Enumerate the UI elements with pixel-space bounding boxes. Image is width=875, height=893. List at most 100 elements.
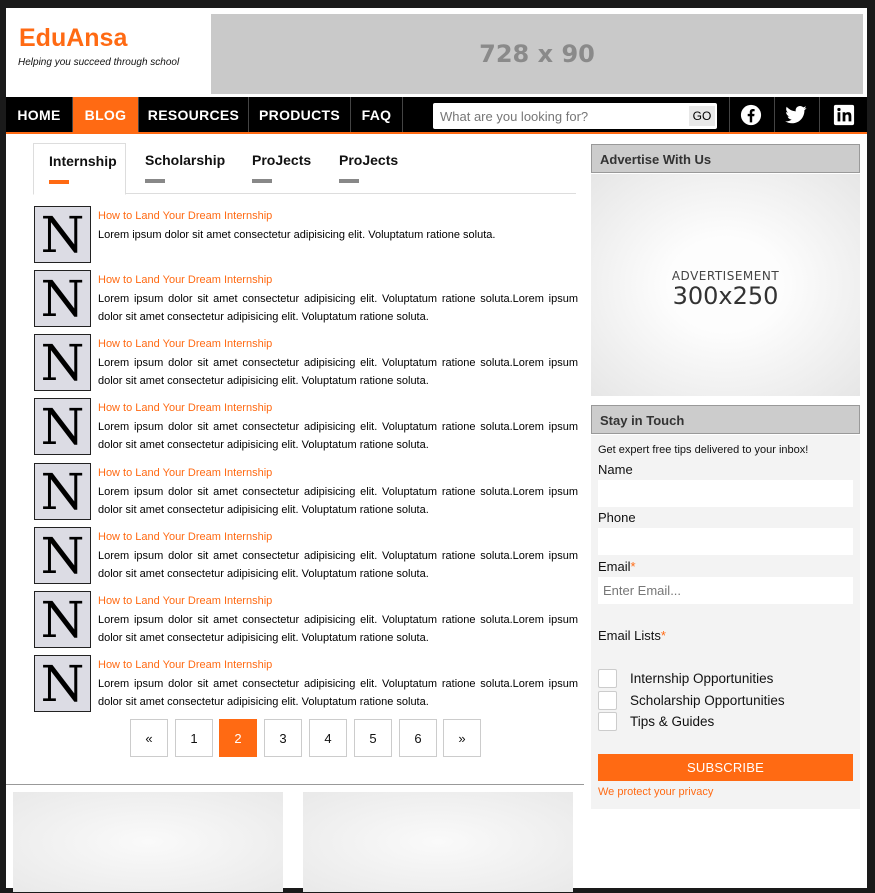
twitter-link[interactable] [774, 97, 816, 132]
logo-tagline: Helping you succeed through school [18, 57, 180, 68]
twitter-icon [784, 105, 807, 123]
checkbox-tips-guides[interactable] [598, 712, 617, 731]
form-intro: Get expert free tips delivered to your i… [598, 444, 809, 456]
tab-label: ProJects [339, 152, 399, 168]
post-item: N How to Land Your Dream Internship Lore… [33, 655, 578, 713]
post-title-link[interactable]: How to Land Your Dream Internship [98, 659, 272, 671]
checkbox-label[interactable]: Scholarship Opportunities [630, 693, 785, 708]
post-title-link[interactable]: How to Land Your Dream Internship [98, 274, 272, 286]
tab-label: Scholarship [145, 152, 226, 168]
search-go-button[interactable]: GO [689, 106, 715, 126]
checkbox-internship[interactable] [598, 669, 617, 688]
pagination-page[interactable]: 5 [354, 719, 392, 757]
email-label-row: Email* [598, 559, 636, 574]
post-title-link[interactable]: How to Land Your Dream Internship [98, 531, 272, 543]
facebook-link[interactable] [729, 97, 771, 132]
pagination-next[interactable]: » [443, 719, 481, 757]
nav-item-blog[interactable]: BLOG [73, 97, 139, 132]
pagination-page[interactable]: 4 [309, 719, 347, 757]
nav-item-resources[interactable]: RESOURCES [139, 97, 249, 132]
privacy-link[interactable]: We protect your privacy [598, 786, 713, 798]
post-excerpt: Lorem ipsum dolor sit amet consectetur a… [98, 357, 578, 387]
phone-label: Phone [598, 510, 636, 525]
pagination-page[interactable]: 3 [264, 719, 302, 757]
post-item: N How to Land Your Dream Internship Lore… [33, 334, 578, 392]
name-field[interactable] [598, 480, 853, 507]
pagination-page[interactable]: 1 [175, 719, 213, 757]
bottom-ad-left[interactable] [13, 792, 283, 892]
tab-indicator [145, 179, 165, 183]
tab-label: ProJects [252, 152, 312, 168]
nav-item-label: RESOURCES [147, 106, 240, 123]
ad-label: ADVERTISEMENT [671, 269, 780, 283]
tab-projects-2[interactable]: ProJects [339, 143, 409, 194]
banner-ad-label: 728 x 90 [479, 40, 595, 68]
nav-item-products[interactable]: PRODUCTS [249, 97, 351, 132]
email-field[interactable] [598, 577, 853, 604]
pagination-page[interactable]: 6 [399, 719, 437, 757]
pagination-prev[interactable]: « [130, 719, 168, 757]
facebook-icon [740, 104, 761, 125]
linkedin-link[interactable] [819, 97, 867, 132]
post-title-link[interactable]: How to Land Your Dream Internship [98, 402, 272, 414]
bottom-ad-right[interactable] [303, 792, 573, 892]
post-item: N How to Land Your Dream Internship Lore… [33, 206, 578, 264]
post-thumbnail[interactable]: N [34, 206, 91, 263]
post-thumbnail[interactable]: N [34, 527, 91, 584]
tab-indicator [49, 180, 69, 184]
nav-item-label: HOME [17, 106, 61, 123]
linkedin-icon [833, 104, 854, 125]
nav-item-label: FAQ [361, 106, 392, 123]
post-item: N How to Land Your Dream Internship Lore… [33, 591, 578, 649]
sidebar-ad[interactable]: ADVERTISEMENT 300x250 [591, 174, 860, 396]
ad-size: 300x250 [672, 282, 779, 310]
post-title-link[interactable]: How to Land Your Dream Internship [98, 338, 272, 350]
phone-field[interactable] [598, 528, 853, 555]
post-thumbnail[interactable]: N [34, 655, 91, 712]
search-input[interactable] [433, 103, 683, 129]
post-excerpt: Lorem ipsum dolor sit amet consectetur a… [98, 550, 578, 580]
nav-item-home[interactable]: HOME [6, 97, 73, 132]
newsletter-form: Get expert free tips delivered to your i… [591, 435, 860, 809]
tab-projects[interactable]: ProJects [252, 143, 322, 194]
logo-title[interactable]: EduAnsa [19, 24, 127, 53]
post-item: N How to Land Your Dream Internship Lore… [33, 270, 578, 328]
advertise-heading: Advertise With Us [591, 144, 860, 173]
content-divider [6, 784, 584, 785]
post-thumbnail[interactable]: N [34, 591, 91, 648]
email-label: Email [598, 559, 631, 574]
post-thumbnail[interactable]: N [34, 334, 91, 391]
tab-internship[interactable]: Internship [33, 143, 126, 195]
post-thumbnail[interactable]: N [34, 398, 91, 455]
tab-indicator [252, 179, 272, 183]
post-title-link[interactable]: How to Land Your Dream Internship [98, 595, 272, 607]
email-lists-label: Email Lists [598, 628, 661, 643]
tab-label: Internship [49, 153, 117, 169]
tab-scholarship[interactable]: Scholarship [145, 143, 240, 194]
post-title-link[interactable]: How to Land Your Dream Internship [98, 210, 272, 222]
nav-item-faq[interactable]: FAQ [351, 97, 403, 132]
post-excerpt: Lorem ipsum dolor sit amet consectetur a… [98, 678, 578, 708]
stay-in-touch-heading: Stay in Touch [591, 405, 860, 434]
name-label: Name [598, 462, 633, 477]
banner-ad[interactable]: 728 x 90 [211, 14, 863, 94]
post-thumbnail[interactable]: N [34, 270, 91, 327]
post-item: N How to Land Your Dream Internship Lore… [33, 527, 578, 585]
post-item: N How to Land Your Dream Internship Lore… [33, 463, 578, 521]
pagination-page-current[interactable]: 2 [219, 719, 257, 757]
search-box: GO [433, 103, 717, 129]
post-item: N How to Land Your Dream Internship Lore… [33, 398, 578, 456]
nav-item-label: BLOG [84, 106, 127, 123]
email-lists-label-row: Email Lists* [598, 628, 666, 643]
post-title-link[interactable]: How to Land Your Dream Internship [98, 467, 272, 479]
post-excerpt: Lorem ipsum dolor sit amet consectetur a… [98, 293, 578, 323]
post-excerpt: Lorem ipsum dolor sit amet consectetur a… [98, 229, 496, 241]
checkbox-label[interactable]: Tips & Guides [630, 714, 714, 729]
post-excerpt: Lorem ipsum dolor sit amet consectetur a… [98, 486, 578, 516]
checkbox-scholarship[interactable] [598, 691, 617, 710]
post-thumbnail[interactable]: N [34, 463, 91, 520]
checkbox-label[interactable]: Internship Opportunities [630, 671, 773, 686]
required-marker: * [660, 628, 666, 643]
subscribe-button[interactable]: SUBSCRIBE [598, 754, 853, 781]
nav-item-label: PRODUCTS [259, 106, 340, 123]
